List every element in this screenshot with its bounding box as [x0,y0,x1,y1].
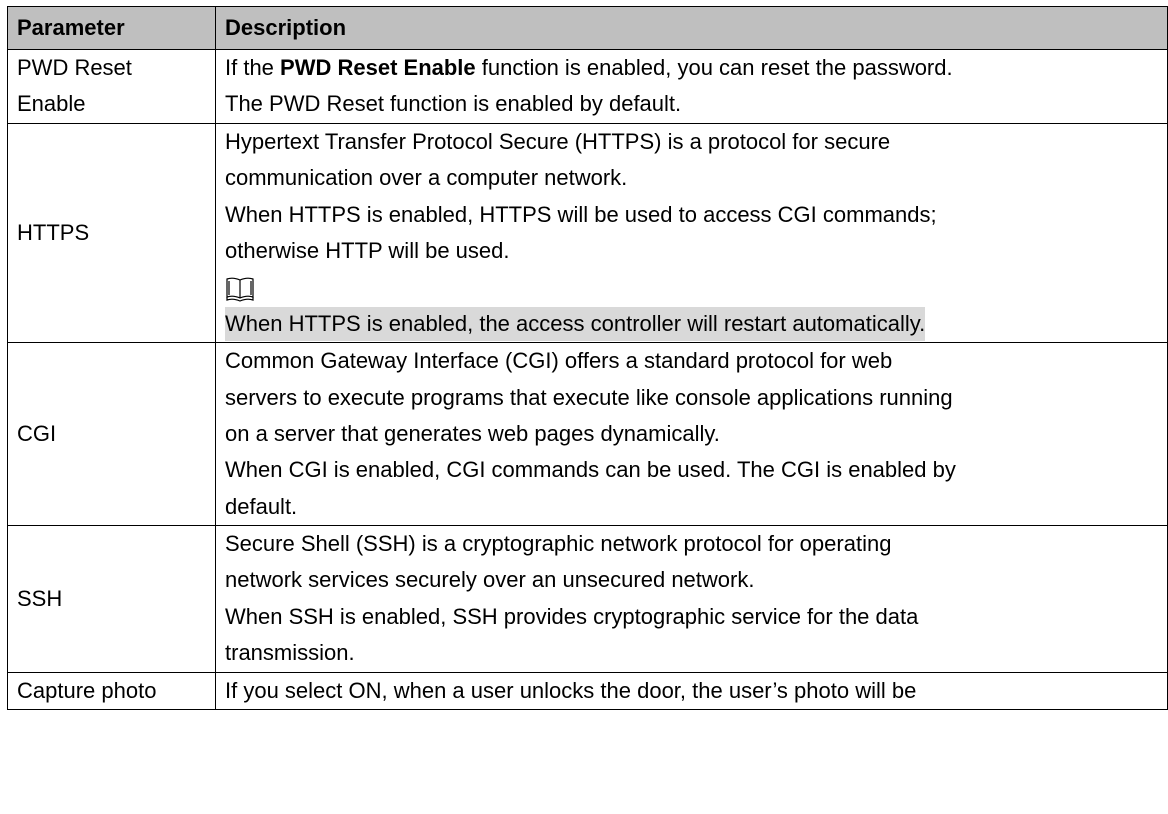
table-row-cgi: CGI Common Gateway Interface (CGI) offer… [7,342,1168,527]
param-cgi: CGI [7,342,216,527]
param-https: HTTPS [7,122,216,344]
desc-cgi-line5: default. [225,493,298,519]
desc-ssh: Secure Shell (SSH) is a cryptographic ne… [215,525,1168,673]
table-row-pwd-reset: PWD Reset Enable If the PWD Reset Enable… [7,49,1168,124]
param-pwd-reset-line1: PWD Reset [17,55,132,80]
desc-https-line4: otherwise HTTP will be used. [225,237,510,263]
desc-pwd-reset-prefix: If the [225,55,281,80]
desc-https-line1: Hypertext Transfer Protocol Secure (HTTP… [225,128,891,154]
header-parameter: Parameter [7,6,216,50]
table-row-https: HTTPS Hypertext Transfer Protocol Secure… [7,122,1168,344]
desc-ssh-line2: network services securely over an unsecu… [225,567,755,593]
header-description: Description [215,6,1168,50]
table-row-ssh: SSH Secure Shell (SSH) is a cryptographi… [7,525,1168,673]
desc-pwd-reset-line2: The PWD Reset function is enabled by def… [225,91,682,117]
https-restart-note: When HTTPS is enabled, the access contro… [225,306,926,341]
desc-https-line2: communication over a computer network. [225,165,628,191]
desc-https-line3: When HTTPS is enabled, HTTPS will be use… [225,201,937,227]
book-note-icon [225,269,1167,305]
desc-capture-photo: If you select ON, when a user unlocks th… [215,671,1168,711]
param-ssh: SSH [7,525,216,673]
param-capture-photo-label: Capture photo [17,677,157,703]
table-header-row: Parameter Description [7,6,1168,50]
desc-cgi-line2: servers to execute programs that execute… [225,384,953,410]
param-pwd-reset-line2: Enable [17,91,86,117]
desc-pwd-reset: If the PWD Reset Enable function is enab… [215,49,1168,124]
desc-pwd-reset-line1: If the PWD Reset Enable function is enab… [225,50,1167,86]
parameter-table: Parameter Description PWD Reset Enable I… [7,6,1168,711]
desc-cgi: Common Gateway Interface (CGI) offers a … [215,342,1168,527]
desc-pwd-reset-suffix: function is enabled, you can reset the p… [475,55,953,80]
desc-ssh-line1: Secure Shell (SSH) is a cryptographic ne… [225,531,892,557]
desc-cgi-line1: Common Gateway Interface (CGI) offers a … [225,348,893,374]
table-row-capture-photo: Capture photo If you select ON, when a u… [7,671,1168,711]
desc-https-note-line: When HTTPS is enabled, the access contro… [225,306,1167,342]
desc-ssh-line4: transmission. [225,640,355,666]
param-capture-photo: Capture photo [7,671,216,711]
desc-ssh-line3: When SSH is enabled, SSH provides crypto… [225,603,919,629]
desc-https: Hypertext Transfer Protocol Secure (HTTP… [215,122,1168,344]
param-pwd-reset: PWD Reset Enable [7,49,216,124]
desc-pwd-reset-bold: PWD Reset Enable [280,55,476,80]
desc-capture-photo-line1: If you select ON, when a user unlocks th… [225,677,917,703]
desc-cgi-line3: on a server that generates web pages dyn… [225,420,720,446]
desc-cgi-line4: When CGI is enabled, CGI commands can be… [225,457,956,483]
